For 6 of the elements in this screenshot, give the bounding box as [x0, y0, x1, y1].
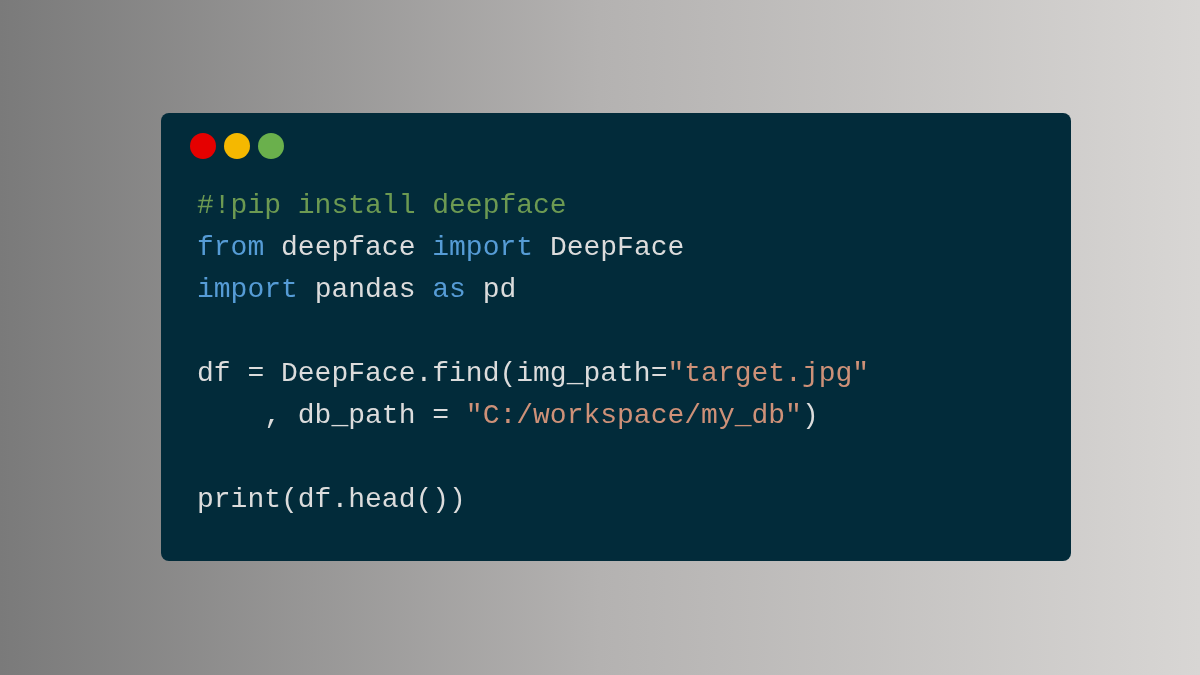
code-line: , db_path = "C:/workspace/my_db")	[263, 399, 820, 433]
code-line: from deepface import DeepFace	[197, 231, 686, 265]
code-line: #!pip install deepface	[197, 189, 568, 223]
code-line: df = DeepFace.find(img_path="target.jpg"	[197, 357, 871, 391]
code-line: import pandas as pd	[197, 273, 518, 307]
code-line: print(df.head())	[197, 483, 467, 517]
